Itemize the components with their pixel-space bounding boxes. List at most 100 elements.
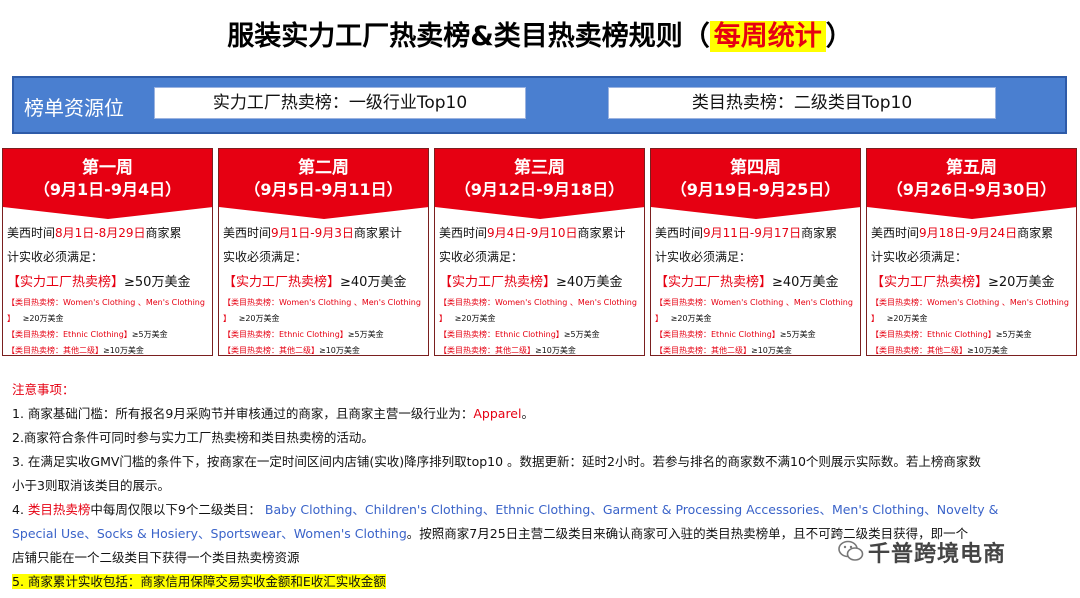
header-arrow (3, 207, 212, 219)
watermark: 千普跨境电商 (838, 536, 1068, 567)
factory-tag: 【实力工厂热卖榜】 (655, 275, 773, 290)
week-card-body: 美西时间8月1日-8月29日商家累 计实收必须满足： 【实力工厂热卖榜】≥50万… (7, 221, 210, 355)
category-tag-2: 【类目热卖榜：Ethnic Clothing】 (655, 330, 780, 339)
category-amount-3: ≥10万美金 (967, 346, 1008, 355)
week-dates: （9月12日-9月18日） (454, 180, 625, 199)
wechat-icon (838, 540, 864, 561)
note-5: 5. 商家累计实收包括：商家信用保障交易实收金额和E收汇实收金额 (12, 574, 386, 589)
factory-tag: 【实力工厂热卖榜】 (871, 275, 989, 290)
category-tag-3: 【类目热卖榜：其他二级】 (871, 346, 967, 355)
title-highlight: 每周统计 (709, 21, 826, 52)
requirement-text: 实收必须满足： (439, 250, 524, 264)
week-card: 第二周 （9月5日-9月11日） 美西时间9月1日-9月3日商家累计 实收必须满… (218, 148, 429, 356)
category-rank-box: 类目热卖榜：二级类目Top10 (608, 87, 996, 119)
category-rank-term: 类目热卖榜 (27, 502, 91, 517)
category-amount-1: ≥20万美金 (886, 314, 928, 323)
category-amount-2: ≥5万美金 (347, 330, 384, 339)
requirement-text: 计实收必须满足： (871, 250, 968, 264)
header-arrow (435, 207, 644, 219)
category-amount-3: ≥10万美金 (319, 346, 360, 355)
week-dates: （9月26日-9月30日） (886, 180, 1057, 199)
week-title: 第四周 (730, 158, 781, 178)
apparel-term: Apparel (473, 406, 522, 421)
week-title: 第二周 (298, 158, 349, 178)
resource-banner: 榜单资源位 实力工厂热卖榜：一级行业Top10 类目热卖榜：二级类目Top10 (12, 76, 1067, 134)
time-suffix: 商家累 (1017, 226, 1054, 240)
week-card-header: 第四周 （9月19日-9月25日） (651, 149, 860, 207)
category-tag-3: 【类目热卖榜：其他二级】 (439, 346, 535, 355)
week-dates: （9月1日-9月4日） (33, 180, 182, 199)
week-card-body: 美西时间9月1日-9月3日商家累计 实收必须满足： 【实力工厂热卖榜】≥40万美… (223, 221, 426, 355)
header-arrow (651, 207, 860, 219)
watermark-text: 千普跨境电商 (868, 542, 1007, 567)
week-card-body: 美西时间9月11日-9月17日商家累 计实收必须满足： 【实力工厂热卖榜】≥40… (655, 221, 858, 355)
week-title: 第三周 (514, 158, 565, 178)
week-title: 第五周 (946, 158, 997, 178)
time-suffix: 商家累 (145, 226, 182, 240)
week-card: 第三周 （9月12日-9月18日） 美西时间9月4日-9月10日商家累计 实收必… (434, 148, 645, 356)
banner-label: 榜单资源位 (24, 96, 124, 120)
page-title: 服装实力工厂热卖榜&类目热卖榜规则（ 每周统计） (0, 14, 1080, 53)
category-amount-1: ≥20万美金 (454, 314, 496, 323)
week-card-body: 美西时间9月18日-9月24日商家累 计实收必须满足： 【实力工厂热卖榜】 ≥20… (871, 221, 1074, 355)
category-list-part-2: Special Use、Socks & Hosiery、Sportswear、W… (12, 526, 407, 541)
category-tag-3: 【类目热卖榜：其他二级】 (7, 346, 103, 355)
factory-tag: 【实力工厂热卖榜】 (223, 275, 341, 290)
category-amount-2: ≥5万美金 (131, 330, 168, 339)
category-tag-3: 【类目热卖榜：其他二级】 (223, 346, 319, 355)
category-tag-2: 【类目热卖榜：Ethnic Clothing】 (7, 330, 132, 339)
time-label: 美西时间 (223, 226, 272, 240)
factory-tag: 【实力工厂热卖榜】 (7, 275, 125, 290)
week-dates: （9月19日-9月25日） (670, 180, 841, 199)
time-suffix: 商家累计 (577, 226, 626, 240)
requirement-text: 计实收必须满足： (655, 250, 752, 264)
time-label: 美西时间 (655, 226, 704, 240)
category-amount-2: ≥5万美金 (563, 330, 600, 339)
header-arrow (867, 207, 1076, 219)
factory-tag: 【实力工厂热卖榜】 (439, 275, 557, 290)
week-card-header: 第三周 （9月12日-9月18日） (435, 149, 644, 207)
time-label: 美西时间 (7, 226, 56, 240)
note-1: 1. 商家基础门槛：所有报名9月采购节并审核通过的商家，且商家主营一级行业为：A… (12, 406, 534, 421)
category-tag-2: 【类目热卖榜：Ethnic Clothing】 (871, 330, 996, 339)
factory-amount: ≥50万美金 (124, 275, 191, 290)
time-range: 9月11日-9月17日 (703, 226, 802, 240)
category-tag-2: 【类目热卖榜：Ethnic Clothing】 (223, 330, 348, 339)
title-close: ） (825, 21, 853, 52)
note-4: 4. 类目热卖榜中每周仅限以下9个二级类目： Baby Clothing、Chi… (12, 502, 999, 517)
category-list-part-1: Baby Clothing、Children's Clothing、Ethnic… (264, 502, 999, 517)
category-amount-3: ≥10万美金 (751, 346, 792, 355)
category-amount-1: ≥20万美金 (22, 314, 64, 323)
time-range: 8月1日-8月29日 (55, 226, 146, 240)
notes-heading: 注意事项： (12, 382, 75, 397)
time-range: 9月1日-9月3日 (271, 226, 354, 240)
time-suffix: 商家累 (801, 226, 838, 240)
time-label: 美西时间 (871, 226, 920, 240)
note-3b: 小于3则取消该类目的展示。 (12, 478, 170, 493)
title-main: 服装实力工厂热卖榜&类目热卖榜规则（ (227, 21, 710, 52)
week-card-header: 第二周 （9月5日-9月11日） (219, 149, 428, 207)
category-amount-2: ≥5万美金 (995, 330, 1032, 339)
category-amount-1: ≥20万美金 (670, 314, 712, 323)
time-range: 9月18日-9月24日 (919, 226, 1018, 240)
week-cards: 第一周 （9月1日-9月4日） 美西时间8月1日-8月29日商家累 计实收必须满… (0, 148, 1080, 360)
category-amount-2: ≥5万美金 (779, 330, 816, 339)
category-amount-3: ≥10万美金 (535, 346, 576, 355)
factory-rank-box: 实力工厂热卖榜：一级行业Top10 (154, 87, 526, 119)
note-2: 2.商家符合条件可同时参与实力工厂热卖榜和类目热卖榜的活动。 (12, 430, 374, 445)
week-dates: （9月5日-9月11日） (244, 180, 403, 199)
requirement-text: 实收必须满足： (223, 250, 308, 264)
category-tag-2: 【类目热卖榜：Ethnic Clothing】 (439, 330, 564, 339)
week-card-header: 第五周 （9月26日-9月30日） (867, 149, 1076, 207)
week-title: 第一周 (82, 158, 133, 178)
week-card: 第一周 （9月1日-9月4日） 美西时间8月1日-8月29日商家累 计实收必须满… (2, 148, 213, 356)
factory-amount: ≥40万美金 (340, 275, 407, 290)
time-label: 美西时间 (439, 226, 488, 240)
category-amount-1: ≥20万美金 (238, 314, 280, 323)
week-card-body: 美西时间9月4日-9月10日商家累计 实收必须满足： 【实力工厂热卖榜】≥40万… (439, 221, 642, 355)
note-3a: 3. 在满足实收GMV门槛的条件下，按商家在一定时间区间内店铺(实收)降序排列取… (12, 454, 981, 469)
category-tag-3: 【类目热卖榜：其他二级】 (655, 346, 751, 355)
category-amount-3: ≥10万美金 (103, 346, 144, 355)
header-arrow (219, 207, 428, 219)
requirement-text: 计实收必须满足： (7, 250, 104, 264)
